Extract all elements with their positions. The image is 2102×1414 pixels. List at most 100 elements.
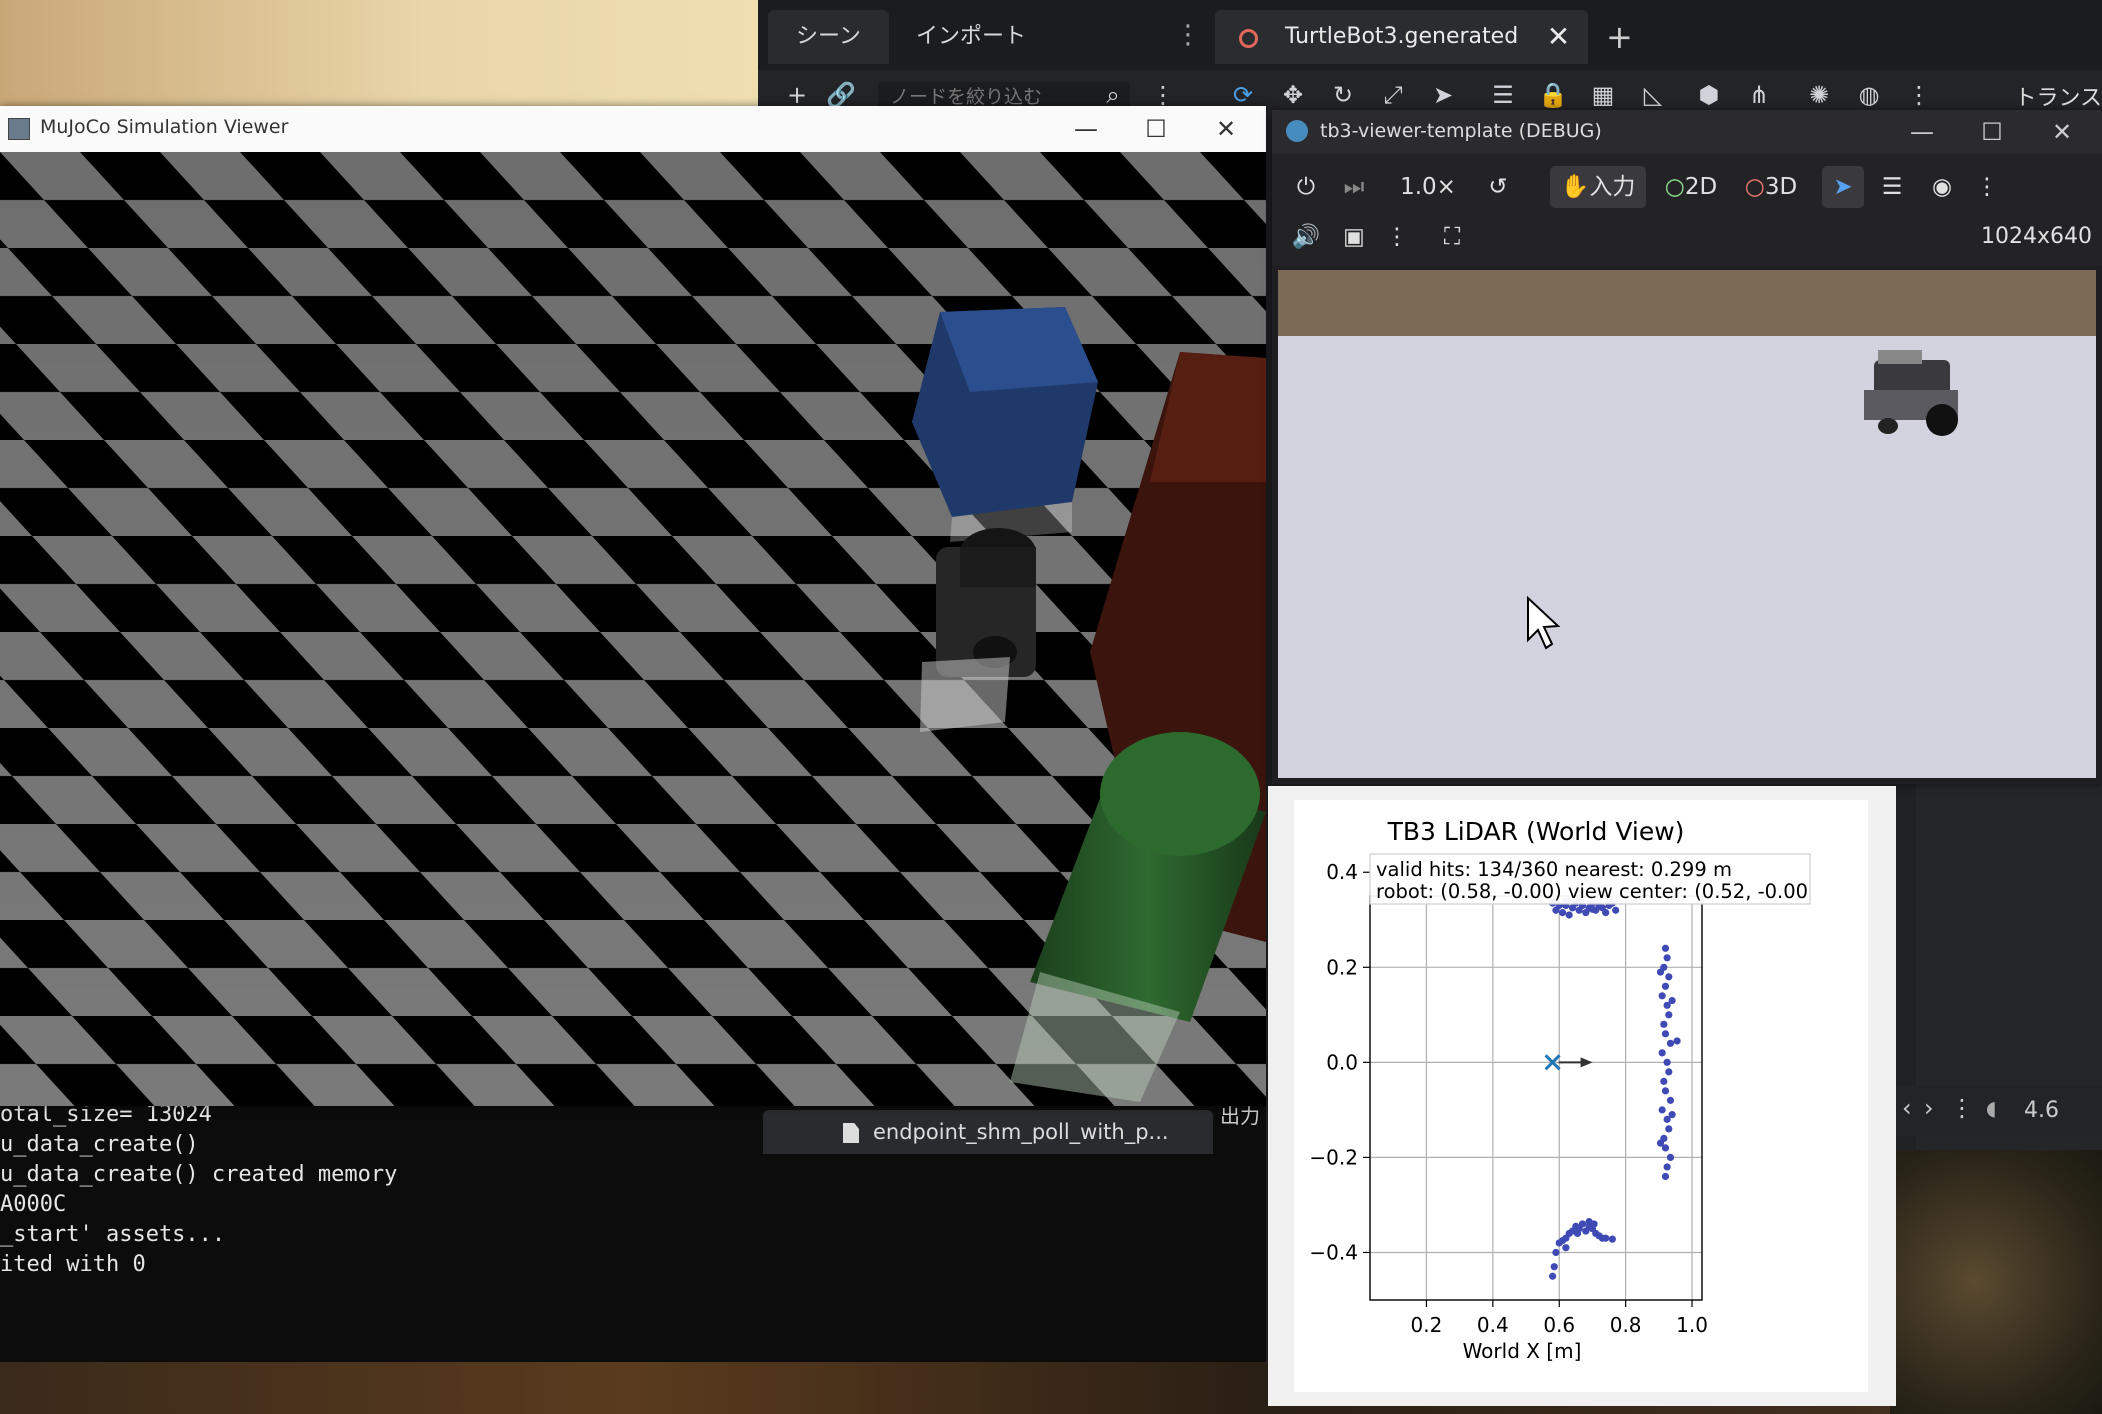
lidar-point — [1660, 1020, 1668, 1028]
y-tick-label: 0.4 — [1326, 860, 1358, 884]
lidar-point — [1588, 905, 1597, 913]
lidar-point — [1549, 1272, 1557, 1280]
move-tool-icon[interactable]: ✥ — [1278, 80, 1308, 110]
lidar-point — [1552, 1248, 1560, 1257]
lidar-point — [1590, 1220, 1598, 1228]
lidar-point — [1668, 1111, 1676, 1119]
scene-tab-label: TurtleBot3.generated — [1285, 24, 1519, 49]
game-viewport[interactable] — [1278, 270, 2096, 778]
mode-2d-button[interactable]: ○2D — [1656, 166, 1726, 208]
game-window-titlebar[interactable]: tb3-viewer-template (DEBUG) — ☐ ✕ — [1272, 110, 2102, 154]
more-icon[interactable]: ⋮ — [1904, 80, 1934, 110]
close-icon[interactable]: ✕ — [2032, 114, 2092, 150]
reset-speed-icon[interactable]: ↺ — [1478, 166, 1518, 208]
camera-icon[interactable]: ▣ — [1334, 216, 1374, 258]
lidar-point — [1602, 1234, 1610, 1242]
lidar-point — [1673, 1037, 1681, 1045]
maximize-icon[interactable]: ☐ — [1962, 114, 2022, 150]
plot-frame — [1369, 895, 1703, 1301]
editor-tab-bar: シーン インポート ⋮ TurtleBot3.generated ✕ + — [758, 0, 2102, 70]
lidar-point — [1562, 1244, 1570, 1252]
file-icon — [843, 1123, 859, 1143]
output-file-tab[interactable]: endpoint_shm_poll_with_p... — [763, 1110, 1213, 1154]
input-hand-icon: ✋ — [1560, 174, 1590, 200]
select-icon[interactable]: ➤ — [1822, 166, 1864, 208]
tab-import[interactable]: インポート — [888, 10, 1054, 64]
minimize-icon[interactable]: — — [1892, 114, 1952, 150]
mujoco-window: MuJoCo Simulation Viewer — ☐ ✕ — [0, 106, 1266, 1106]
new-tab-button[interactable]: + — [1578, 10, 1661, 64]
scale-tool-icon[interactable]: ⤢ — [1378, 80, 1408, 110]
lidar-plot-canvas: TB3 LiDAR (World View) 0.2 0.4 0.6 0.8 1.0 0.4… — [1294, 800, 1868, 1392]
mode-3d-icon: ○ — [1744, 174, 1765, 200]
camera-menu-icon[interactable]: ⋮ — [1382, 216, 1412, 258]
lidar-scatter-chart: TB3 LiDAR (World View) 0.2 0.4 0.6 0.8 1.0 0.4… — [1309, 817, 1811, 1363]
close-icon[interactable]: ✕ — [1196, 110, 1256, 148]
game-toolbar: ⏻ ⏭ 1.0× ↺ ✋入力 ○2D ○3D ➤ ☰ ◉ ⋮ 🔊 ▣ ⋮ ⛶ 1… — [1272, 154, 2102, 266]
snap-icon[interactable]: ⋔ — [1744, 80, 1774, 110]
y-tick-label: −0.4 — [1309, 1240, 1358, 1264]
nav-prev-icon[interactable]: ‹ — [1902, 1094, 1912, 1122]
pointer-tool-icon[interactable]: ➤ — [1428, 80, 1458, 110]
close-tab-icon[interactable]: ✕ — [1547, 10, 1570, 64]
speed-selector[interactable]: 1.0× — [1388, 166, 1468, 208]
lidar-point — [1661, 982, 1670, 990]
terminal-line: ited with 0 — [0, 1252, 146, 1277]
dock-menu-icon[interactable]: ⋮ — [1175, 20, 1201, 50]
lidar-point — [1658, 1106, 1666, 1114]
x-tick-label: 0.4 — [1477, 1313, 1509, 1337]
x-tick-label: 0.2 — [1411, 1313, 1443, 1337]
rotate-tool-icon[interactable]: ↻ — [1328, 80, 1358, 110]
output-file-label: endpoint_shm_poll_with_p... — [873, 1120, 1169, 1144]
more-options-icon[interactable]: ⋮ — [1972, 166, 2002, 208]
resolution-label: 1024x640 — [1981, 224, 2092, 249]
robot-heading-arrowhead — [1580, 1057, 1593, 1068]
transform-menu[interactable]: トランス — [2014, 80, 2102, 112]
lidar-point — [1663, 1163, 1671, 1171]
fullscreen-icon[interactable]: ⛶ — [1432, 216, 1472, 258]
godot-logo-icon — [1286, 120, 1308, 142]
lidar-point — [1658, 992, 1666, 1000]
mujoco-titlebar[interactable]: MuJoCo Simulation Viewer — ☐ ✕ — [0, 106, 1266, 153]
lidar-point — [1665, 973, 1673, 981]
minimize-icon[interactable]: — — [1056, 110, 1116, 148]
maximize-icon[interactable]: ☐ — [1126, 110, 1186, 148]
lock-icon[interactable]: 🔒 — [1538, 80, 1568, 110]
ruler-icon[interactable]: ◺ — [1638, 80, 1668, 110]
lidar-point — [1573, 1229, 1582, 1238]
tab-scene[interactable]: シーン — [768, 10, 889, 64]
group-icon[interactable]: ▦ — [1588, 80, 1618, 110]
input-mode-button[interactable]: ✋入力 — [1550, 166, 1646, 208]
version-badge: 4.6 — [2024, 1098, 2059, 1123]
lidar-point — [1656, 968, 1665, 976]
desktop-wallpaper-right — [1890, 1150, 2102, 1414]
lidar-point — [1558, 909, 1567, 917]
app-icon — [8, 118, 30, 140]
suspend-icon[interactable]: ⏻ — [1286, 166, 1326, 208]
nav-next-icon[interactable]: › — [1924, 1094, 1934, 1122]
lidar-point — [1661, 1087, 1670, 1095]
lidar-point — [1656, 1139, 1665, 1147]
terminal-line: _start' assets... — [0, 1222, 226, 1247]
x-tick-label: 1.0 — [1676, 1313, 1708, 1337]
globe-icon[interactable]: ◍ — [1854, 80, 1884, 110]
lidar-point — [1665, 1011, 1673, 1019]
x-tick-label: 0.8 — [1610, 1313, 1642, 1337]
tab-scene-document[interactable]: TurtleBot3.generated ✕ — [1215, 10, 1589, 64]
list-icon[interactable]: ☰ — [1488, 80, 1518, 110]
next-frame-icon[interactable]: ⏭ — [1334, 166, 1374, 208]
sun-icon[interactable]: ✺ — [1804, 80, 1834, 110]
lidar-point — [1565, 911, 1573, 919]
audio-icon[interactable]: 🔊 — [1286, 216, 1326, 258]
list-select-icon[interactable]: ☰ — [1872, 166, 1912, 208]
mode-2d-label: 2D — [1684, 174, 1718, 200]
mujoco-3d-viewport[interactable] — [0, 152, 1266, 1106]
mode-3d-button[interactable]: ○3D — [1736, 166, 1806, 208]
lidar-point — [1658, 1049, 1666, 1057]
cube-icon[interactable]: ⬢ — [1694, 80, 1724, 110]
y-tick-label: 0.2 — [1326, 955, 1358, 979]
visibility-icon[interactable]: ◉ — [1922, 166, 1962, 208]
input-mode-label: 入力 — [1589, 174, 1636, 200]
lidar-point — [1578, 1220, 1587, 1228]
kebab-icon[interactable]: ⋮ — [1950, 1094, 1974, 1122]
